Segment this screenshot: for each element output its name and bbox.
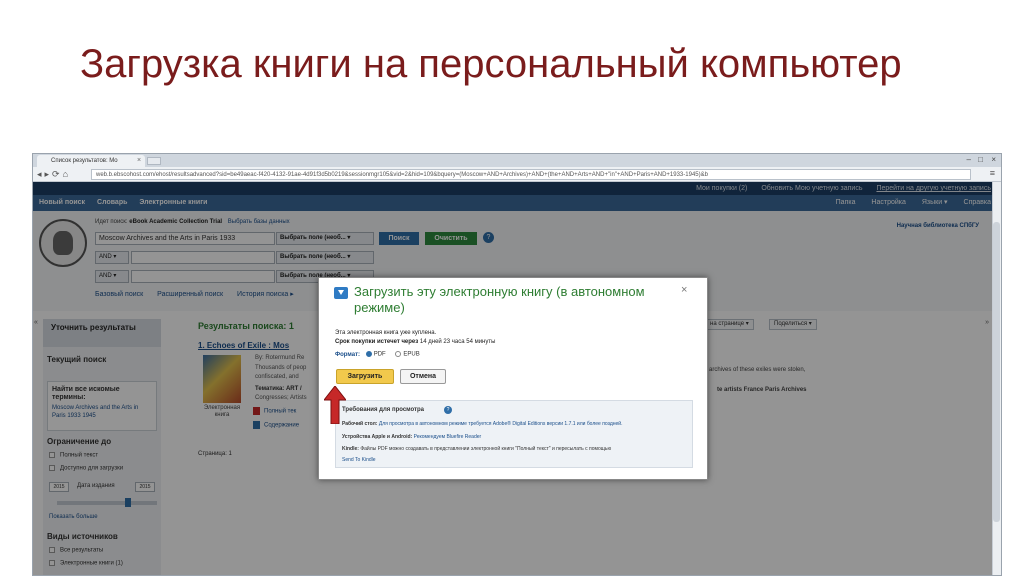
send-to-kindle-link[interactable]: Send To Kindle	[342, 457, 376, 463]
pdf-radio[interactable]	[365, 351, 372, 357]
purchased-text: Эта электронная книга уже куплена.	[335, 330, 437, 336]
expiry-text: Срок покупки истечет через 14 дней 23 ча…	[335, 339, 496, 345]
close-icon[interactable]: ×	[681, 284, 687, 296]
new-tab-button[interactable]	[147, 157, 161, 165]
address-bar-row: ◂▸⟳⌂ web.b.ebscohost.com/ehost/resultsad…	[33, 167, 1001, 182]
close-icon[interactable]: ×	[137, 155, 141, 167]
req-kindle: Kindle: Файлы PDF можно создавать в пред…	[342, 446, 612, 452]
slide-title: Загрузка книги на персональный компьютер	[80, 42, 902, 86]
requirements-box: Требования для просмотра ? Рабочий стол:…	[335, 400, 693, 468]
red-arrow-annotation	[324, 386, 346, 424]
close-icon[interactable]: ×	[991, 155, 996, 164]
cancel-button[interactable]: Отмена	[400, 369, 446, 384]
epub-radio[interactable]	[395, 351, 402, 357]
browser-tab-bar: Список результатов: Mo × – □ ×	[33, 154, 1001, 167]
req-mobile: Устройства Apple и Android: Рекомендуем …	[342, 434, 482, 440]
minimize-icon[interactable]: –	[967, 155, 971, 164]
url-input[interactable]: web.b.ebscohost.com/ehost/resultsadvance…	[91, 169, 971, 180]
download-button[interactable]: Загрузить	[336, 369, 394, 384]
browser-screenshot: Список результатов: Mo × – □ × ◂▸⟳⌂ web.…	[32, 153, 1002, 576]
req-desktop: Рабочий стол: Для просмотра в автономном…	[342, 421, 623, 427]
tab-title: Список результатов: Mo	[51, 158, 118, 164]
browser-tab[interactable]: Список результатов: Mo ×	[37, 155, 145, 167]
wrench-icon[interactable]: ≡	[990, 168, 995, 178]
requirements-title: Требования для просмотра	[342, 407, 424, 413]
download-dialog: Загрузить эту электронную книгу (в автон…	[318, 277, 708, 480]
help-icon[interactable]: ?	[444, 406, 452, 414]
download-icon	[334, 287, 348, 299]
nav-arrows-icon[interactable]: ◂▸⟳⌂	[37, 169, 71, 180]
dialog-title: Загрузить эту электронную книгу (в автон…	[354, 284, 645, 315]
vertical-scrollbar[interactable]	[992, 182, 1001, 575]
maximize-icon[interactable]: □	[978, 155, 983, 164]
format-selector: Формат: PDF EPUB	[335, 351, 420, 358]
